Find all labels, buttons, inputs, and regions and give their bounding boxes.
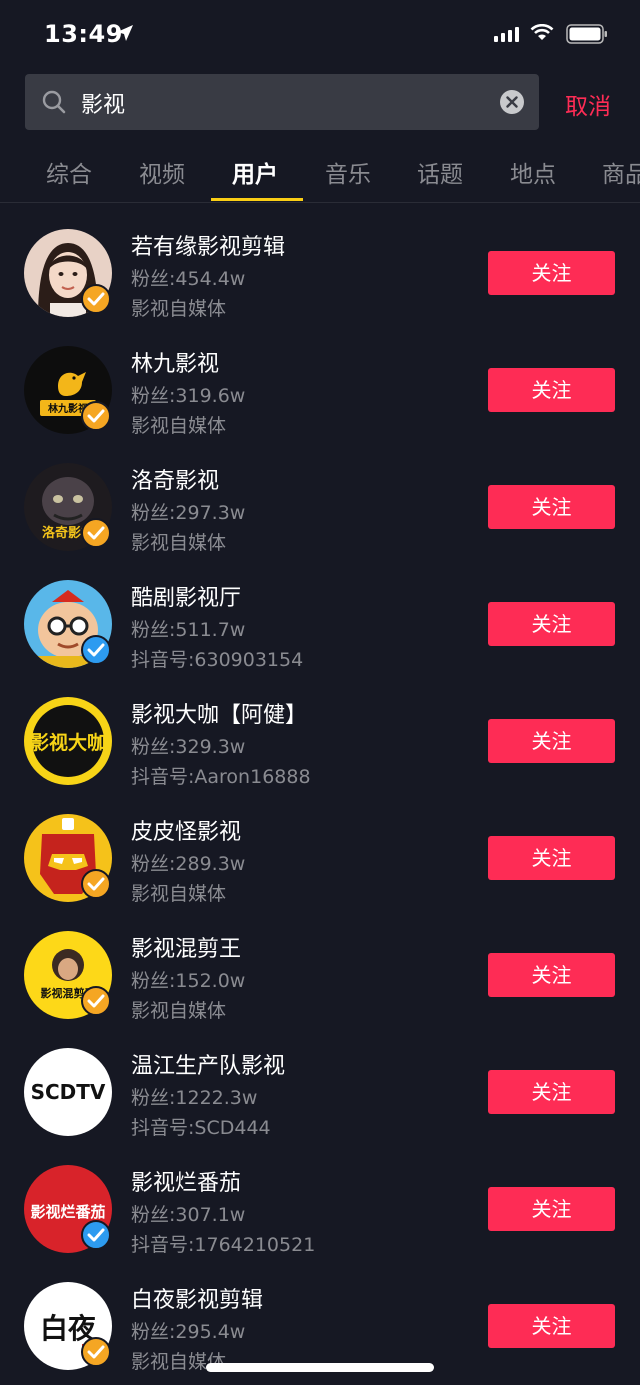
cancel-button[interactable]: 取消: [565, 87, 611, 121]
user-fans-count: 粉丝:319.6w: [131, 385, 246, 407]
follow-button[interactable]: 关注: [488, 602, 615, 646]
active-tab-indicator: [211, 198, 303, 201]
user-row[interactable]: 林九影视 林九影视 粉丝:319.6w 影视自媒体 关注: [0, 329, 640, 446]
user-name[interactable]: 影视大咖【阿健】: [131, 697, 307, 729]
text-logo-avatar-icon: 影视大咖: [24, 697, 112, 785]
tab-general[interactable]: 综合: [46, 155, 92, 189]
user-fans-count: 粉丝:1222.3w: [131, 1087, 258, 1109]
scdtv-logo-avatar-icon: SCDTV: [24, 1048, 112, 1136]
follow-button[interactable]: 关注: [488, 368, 615, 412]
user-fans-count: 粉丝:511.7w: [131, 619, 246, 641]
user-row[interactable]: 皮皮怪影视 粉丝:289.3w 影视自媒体 关注: [0, 797, 640, 914]
user-name[interactable]: 洛奇影视: [131, 463, 219, 495]
avatar-text: 影视烂番茄: [30, 1203, 105, 1221]
search-icon: [42, 90, 66, 114]
follow-button[interactable]: 关注: [488, 953, 615, 997]
verified-badge-icon: [81, 1220, 111, 1250]
wifi-icon: [530, 24, 554, 40]
search-tabs: 综合 视频 用户 音乐 话题 地点 商品: [0, 140, 640, 203]
user-fans-count: 粉丝:454.4w: [131, 268, 246, 290]
user-fans-count: 粉丝:295.4w: [131, 1321, 246, 1343]
user-row[interactable]: 洛奇影视 洛奇影视 粉丝:297.3w 影视自媒体 关注: [0, 446, 640, 563]
user-row[interactable]: 影视烂番茄 影视烂番茄 粉丝:307.1w 抖音号:1764210521 关注: [0, 1148, 640, 1265]
follow-button[interactable]: 关注: [488, 251, 615, 295]
tab-music[interactable]: 音乐: [325, 155, 371, 189]
user-description: 影视自媒体: [131, 883, 227, 905]
user-name[interactable]: 白夜影视剪辑: [131, 1282, 263, 1314]
status-time: 13:49: [44, 20, 123, 48]
user-name[interactable]: 酷剧影视厅: [131, 580, 241, 612]
verified-badge-icon: [81, 284, 111, 314]
user-row[interactable]: 酷剧影视厅 粉丝:511.7w 抖音号:630903154 关注: [0, 563, 640, 680]
follow-button[interactable]: 关注: [488, 1070, 615, 1114]
user-description: 影视自媒体: [131, 532, 227, 554]
avatar-text: 影视大咖: [30, 731, 106, 754]
verified-badge-icon: [81, 635, 111, 665]
search-field[interactable]: 影视: [25, 74, 539, 130]
user-fans-count: 粉丝:329.3w: [131, 736, 246, 758]
location-arrow-icon: [117, 25, 133, 41]
search-input[interactable]: 影视: [81, 87, 125, 119]
user-description: 抖音号:SCD444: [131, 1117, 271, 1139]
user-name[interactable]: 皮皮怪影视: [131, 814, 241, 846]
tab-users[interactable]: 用户: [232, 155, 278, 189]
cellular-signal-icon: [494, 27, 519, 42]
user-fans-count: 粉丝:152.0w: [131, 970, 246, 992]
follow-button[interactable]: 关注: [488, 485, 615, 529]
follow-button[interactable]: 关注: [488, 836, 615, 880]
user-row[interactable]: SCDTV 温江生产队影视 粉丝:1222.3w 抖音号:SCD444 关注: [0, 1031, 640, 1148]
verified-badge-icon: [81, 986, 111, 1016]
avatar[interactable]: 影视大咖: [24, 697, 112, 785]
verified-badge-icon: [81, 869, 111, 899]
avatar-text: SCDTV: [31, 1080, 106, 1104]
tab-places[interactable]: 地点: [510, 155, 556, 189]
follow-button[interactable]: 关注: [488, 1187, 615, 1231]
verified-badge-icon: [81, 401, 111, 431]
clear-search-icon[interactable]: [499, 89, 525, 115]
battery-icon: [566, 24, 607, 44]
user-name[interactable]: 林九影视: [131, 346, 219, 378]
user-description: 抖音号:1764210521: [131, 1234, 316, 1256]
user-name[interactable]: 影视烂番茄: [131, 1165, 241, 1197]
verified-badge-icon: [81, 518, 111, 548]
follow-button[interactable]: 关注: [488, 719, 615, 763]
user-description: 影视自媒体: [131, 415, 227, 437]
user-name[interactable]: 若有缘影视剪辑: [131, 229, 285, 261]
avatar[interactable]: SCDTV: [24, 1048, 112, 1136]
tab-videos[interactable]: 视频: [139, 155, 185, 189]
tab-products[interactable]: 商品: [602, 155, 640, 189]
user-description: 抖音号:Aaron16888: [131, 766, 311, 788]
user-fans-count: 粉丝:307.1w: [131, 1204, 246, 1226]
user-description: 影视自媒体: [131, 1000, 227, 1022]
user-row[interactable]: 若有缘影视剪辑 粉丝:454.4w 影视自媒体 关注: [0, 212, 640, 329]
user-name[interactable]: 影视混剪王: [131, 931, 241, 963]
search-bar: 影视 取消: [0, 74, 640, 130]
user-fans-count: 粉丝:289.3w: [131, 853, 246, 875]
user-row[interactable]: 影视混剪王 影视混剪王 粉丝:152.0w 影视自媒体 关注: [0, 914, 640, 1031]
user-description: 影视自媒体: [131, 298, 227, 320]
follow-button[interactable]: 关注: [488, 1304, 615, 1348]
user-row[interactable]: 影视大咖 影视大咖【阿健】 粉丝:329.3w 抖音号:Aaron16888 关…: [0, 680, 640, 797]
status-bar: 13:49: [0, 0, 640, 70]
home-indicator[interactable]: [206, 1363, 434, 1372]
user-name[interactable]: 温江生产队影视: [131, 1048, 285, 1080]
user-fans-count: 粉丝:297.3w: [131, 502, 246, 524]
verified-badge-icon: [81, 1337, 111, 1367]
tab-topics[interactable]: 话题: [417, 155, 463, 189]
user-description: 抖音号:630903154: [131, 649, 304, 671]
